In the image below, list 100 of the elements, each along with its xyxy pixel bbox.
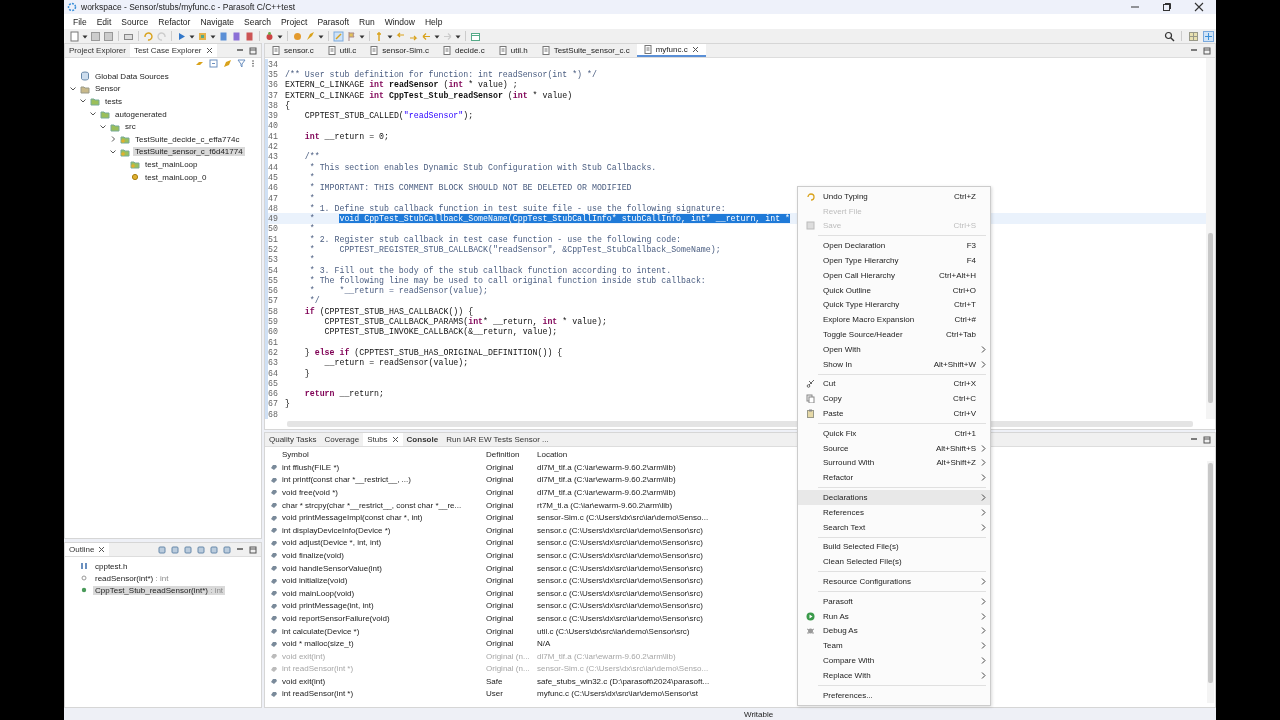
document-icon[interactable]	[231, 30, 242, 42]
bug-icon[interactable]	[264, 30, 275, 42]
menu-item[interactable]: Resource Configurations	[798, 574, 990, 589]
tree-item[interactable]: tests	[103, 97, 124, 106]
code-line: *	[308, 224, 315, 234]
collapse-all-icon[interactable]	[209, 59, 218, 68]
panel-tab[interactable]: Test Case Explorer	[129, 44, 217, 57]
code-line: CPPTEST_STUB_CALLBACK_PARAMS(int* __return, int * value);	[323, 317, 607, 327]
tree-item[interactable]: TestSuite_decide_c_effa774c	[133, 134, 242, 144]
search-icon[interactable]	[1164, 30, 1175, 42]
menu-item[interactable]: Navigate	[195, 16, 239, 27]
editor-tab[interactable]: TestSuite_sensor_c.c	[534, 44, 637, 57]
panel-tab[interactable]: Project Explorer	[65, 44, 130, 57]
menu-item[interactable]: Window	[379, 16, 420, 27]
menu-item[interactable]: Project	[275, 16, 313, 27]
menu-item[interactable]: Search	[239, 16, 276, 27]
tree-item[interactable]: src	[123, 122, 138, 132]
menu-item[interactable]: Help	[419, 16, 448, 27]
close-icon[interactable]	[391, 436, 399, 443]
outline-item[interactable]: CppTest_Stub_readSensor(int*) : int	[93, 585, 226, 595]
editor-tab[interactable]: myfunc.c	[636, 44, 706, 57]
editor-tab[interactable]: util.c	[320, 44, 364, 57]
expanded-chevron-icon[interactable]	[109, 147, 117, 156]
tree-item[interactable]: test_mainLoop_0	[143, 172, 209, 182]
play-icon[interactable]	[176, 30, 187, 42]
tree-item[interactable]: TestSuite_sensor_c_f6d41774	[133, 147, 245, 157]
outline-item[interactable]: readSensor(int*) : int	[93, 573, 171, 583]
menu-item[interactable]: Debug As	[798, 623, 990, 639]
column-header[interactable]: Symbol	[280, 449, 484, 459]
panel-tab[interactable]: Stubs	[363, 433, 403, 446]
menu-item[interactable]: Source Alt+Shift+S	[798, 440, 990, 456]
scrollbar-thumb[interactable]	[1208, 233, 1213, 403]
expanded-chevron-icon[interactable]	[69, 84, 77, 93]
panel-tab[interactable]: Console	[402, 433, 443, 446]
tree-item[interactable]: autogenerated	[113, 109, 169, 119]
menu-item[interactable]: Replace With	[798, 667, 990, 683]
tree-item[interactable]: test_mainLoop	[143, 159, 200, 169]
menu-item[interactable]: Copy Ctrl+C	[798, 391, 990, 407]
menu-item[interactable]: Source	[116, 16, 154, 27]
editor-tab[interactable]: util.h	[491, 44, 535, 57]
perspective-icon[interactable]	[1188, 30, 1199, 42]
menu-item[interactable]: Clean Selected File(s)	[798, 554, 990, 570]
panel-tab[interactable]: Coverage	[320, 433, 364, 446]
menu-item[interactable]: Quick Fix Ctrl+1	[798, 425, 990, 441]
document-icon[interactable]	[244, 30, 255, 42]
close-icon[interactable]	[98, 546, 106, 553]
menu-item[interactable]: Parasoft	[312, 16, 355, 27]
panel-tab[interactable]: Quality Tasks	[265, 433, 321, 446]
menu-item[interactable]: Show In Alt+Shift+W	[798, 356, 990, 372]
menu-item[interactable]: Run As	[798, 608, 990, 624]
menu-item[interactable]: Build Selected File(s)	[798, 539, 990, 555]
menu-item[interactable]: References	[798, 504, 990, 520]
menu-item[interactable]: Edit	[91, 16, 117, 27]
save-icon[interactable]	[103, 30, 114, 42]
menu-item[interactable]: Refactor	[153, 16, 196, 27]
menu-item[interactable]: Toggle Source/Header Ctrl+Tab	[798, 327, 990, 342]
close-icon[interactable]	[691, 46, 699, 53]
panel-tab[interactable]: Run IAR EW Tests Sensor ...	[442, 433, 553, 446]
editor-tab[interactable]: decide.c	[435, 44, 492, 57]
outline-item[interactable]: cpptest.h	[93, 561, 130, 571]
menu-item[interactable]: Open Type Hierarchy F4	[798, 253, 990, 268]
vertical-scrollbar[interactable]	[1207, 461, 1214, 703]
menu-item[interactable]: Paste Ctrl+V	[798, 406, 990, 421]
menu-item[interactable]: Open Call Hierarchy Ctrl+Alt+H	[798, 268, 990, 283]
window-icon[interactable]	[470, 30, 481, 42]
scrollbar-thumb[interactable]	[1208, 463, 1213, 683]
menu-item[interactable]: Search Text	[798, 519, 990, 535]
tree-item[interactable]: Sensor	[93, 84, 123, 94]
vertical-scrollbar[interactable]	[1206, 58, 1215, 419]
editor-tab[interactable]: sensor.c	[265, 44, 321, 57]
close-icon[interactable]	[205, 47, 213, 54]
menu-item[interactable]: Open With	[798, 341, 990, 357]
tree-item[interactable]: Global Data Sources	[93, 71, 171, 81]
marker-icon[interactable]	[333, 30, 344, 42]
menu-item[interactable]: Cut Ctrl+X	[798, 376, 990, 392]
collapsed-chevron-icon[interactable]	[109, 135, 117, 144]
menu-item[interactable]: Quick Outline Ctrl+O	[798, 282, 990, 298]
panel-tab[interactable]: Outline	[65, 543, 110, 556]
column-header[interactable]: Location	[535, 449, 749, 459]
menu-item[interactable]: Explore Macro Expansion Ctrl+#	[798, 312, 990, 328]
column-header[interactable]: Definition	[484, 449, 535, 459]
menu-item[interactable]: Refactor	[798, 470, 990, 486]
menu-item[interactable]: Parasoft	[798, 593, 990, 609]
close-icon[interactable]	[1194, 2, 1204, 12]
menu-item[interactable]: Run	[354, 16, 380, 27]
menu-item[interactable]: Team	[798, 638, 990, 654]
menu-item[interactable]: Surround With Alt+Shift+Z	[798, 455, 990, 471]
menu-item[interactable]: File	[68, 16, 92, 27]
menu-item[interactable]: Preferences...	[798, 687, 990, 703]
editor-tab[interactable]: sensor-Sim.c	[363, 44, 436, 57]
perspective-icon[interactable]	[1203, 30, 1214, 42]
expanded-chevron-icon[interactable]	[99, 122, 107, 131]
more-icon[interactable]	[251, 59, 255, 68]
table-cell-text: void mainLoop(void)	[281, 588, 356, 598]
menu-item[interactable]: Undo Typing Ctrl+Z	[798, 189, 990, 204]
menu-item[interactable]: Open Declaration F3	[798, 238, 990, 254]
menu-item[interactable]: Declarations	[798, 490, 990, 505]
menu-item[interactable]: Compare With	[798, 653, 990, 668]
menu-item[interactable]: Quick Type Hierarchy Ctrl+T	[798, 297, 990, 313]
maximize-icon[interactable]	[1162, 2, 1172, 12]
